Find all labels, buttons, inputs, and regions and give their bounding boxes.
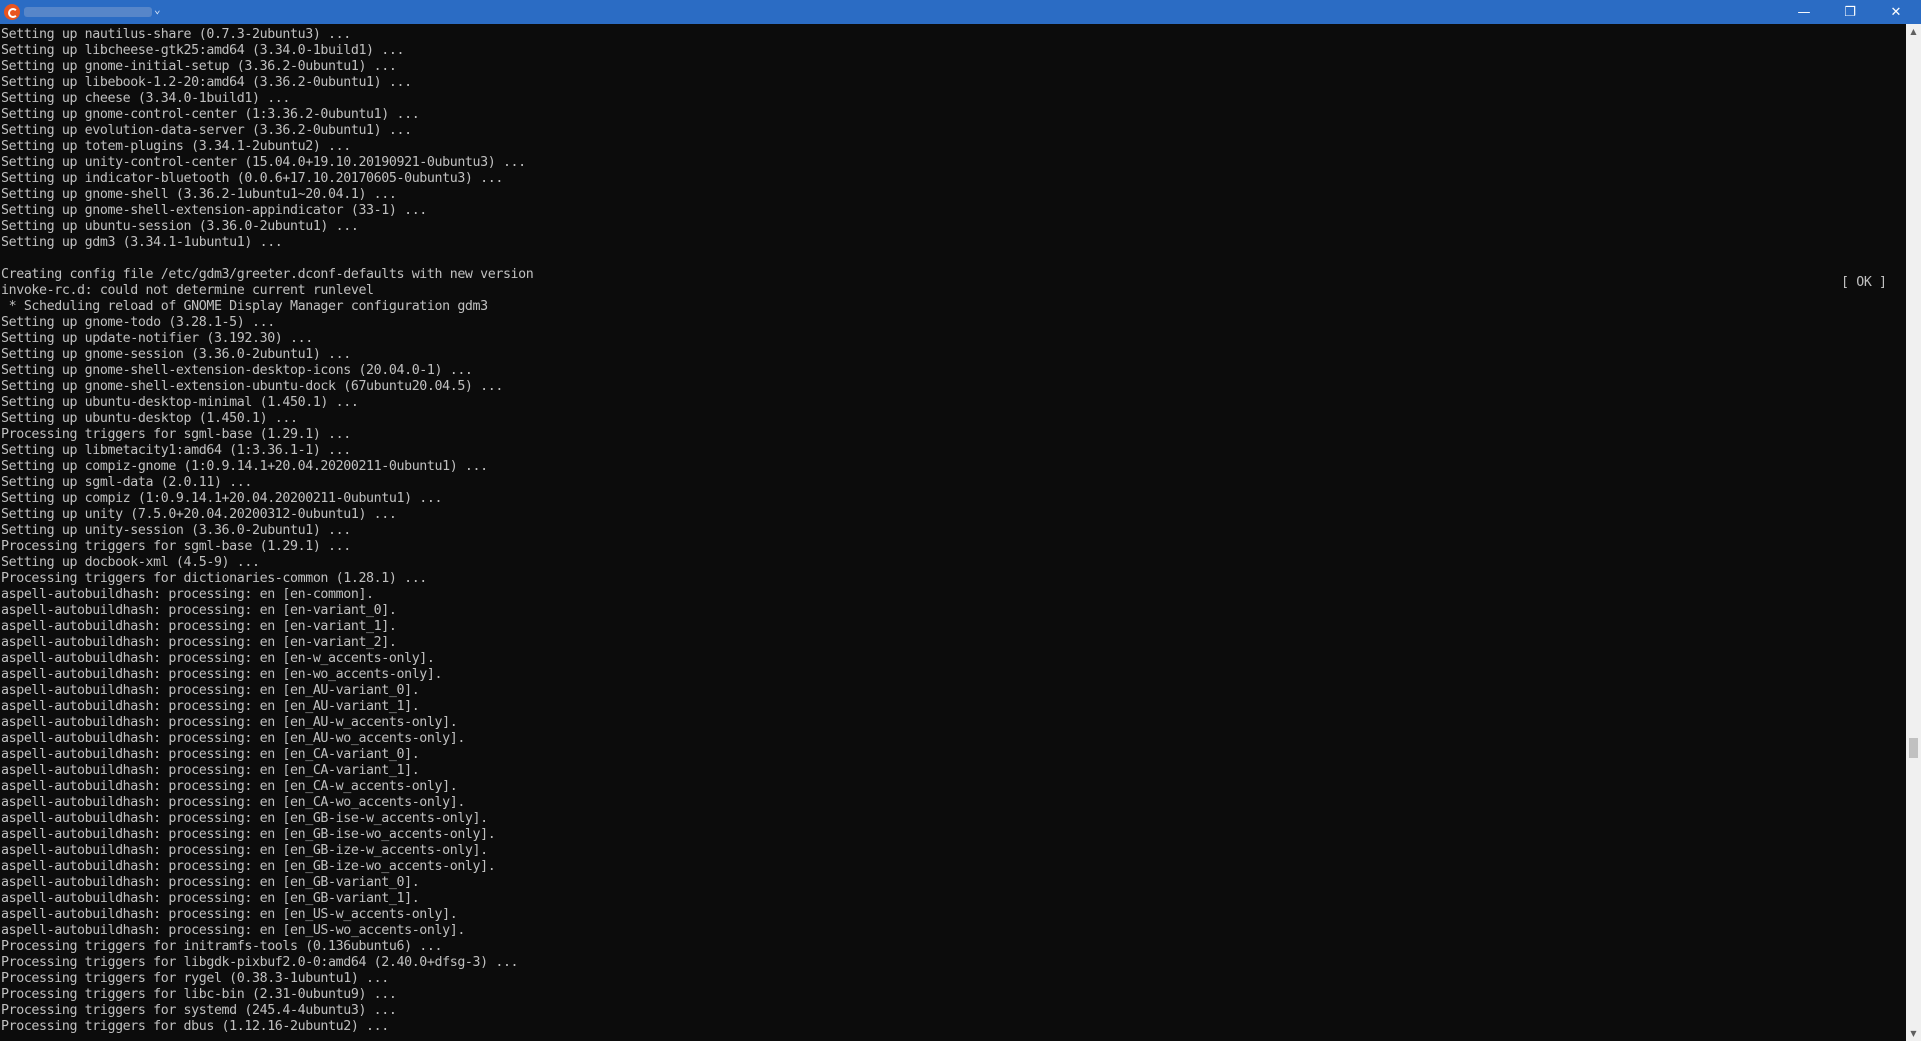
terminal-line: Processing triggers for sgml-base (1.29.… <box>1 539 351 554</box>
terminal-line: Setting up libebook-1.2-20:amd64 (3.36.2… <box>1 75 412 90</box>
scroll-up-arrow-icon[interactable]: ▲ <box>1906 24 1921 39</box>
terminal-line: Setting up ubuntu-desktop (1.450.1) ... <box>1 411 298 426</box>
terminal-line: aspell-autobuildhash: processing: en [en… <box>1 587 374 602</box>
terminal-line: aspell-autobuildhash: processing: en [en… <box>1 619 397 634</box>
terminal-line: Processing triggers for libgdk-pixbuf2.0… <box>1 955 519 970</box>
terminal-line: aspell-autobuildhash: processing: en [en… <box>1 699 420 714</box>
terminal-line: Setting up unity-control-center (15.04.0… <box>1 155 526 170</box>
close-icon: ✕ <box>1890 4 1902 20</box>
terminal-line: Processing triggers for libc-bin (2.31-0… <box>1 987 397 1002</box>
scrollbar-thumb[interactable] <box>1909 738 1918 758</box>
terminal-line: aspell-autobuildhash: processing: en [en… <box>1 683 420 698</box>
title-bar[interactable]: ⌄ — ❐ ✕ <box>0 0 1921 25</box>
terminal-line: aspell-autobuildhash: processing: en [en… <box>1 603 397 618</box>
terminal-line: Setting up gnome-initial-setup (3.36.2-0… <box>1 59 397 74</box>
terminal-line: Setting up gnome-control-center (1:3.36.… <box>1 107 420 122</box>
terminal-line: Setting up gnome-session (3.36.0-2ubuntu… <box>1 347 351 362</box>
terminal-line: aspell-autobuildhash: processing: en [en… <box>1 747 420 762</box>
terminal-line: Setting up indicator-bluetooth (0.0.6+17… <box>1 171 503 186</box>
terminal-line: aspell-autobuildhash: processing: en [en… <box>1 715 458 730</box>
terminal-line: Processing triggers for dictionaries-com… <box>1 571 427 586</box>
terminal-line: Setting up ubuntu-desktop-minimal (1.450… <box>1 395 359 410</box>
chevron-down-icon[interactable]: ⌄ <box>154 3 161 16</box>
terminal-line: Setting up libcheese-gtk25:amd64 (3.34.0… <box>1 43 405 58</box>
terminal-line: aspell-autobuildhash: processing: en [en… <box>1 779 458 794</box>
terminal-line: aspell-autobuildhash: processing: en [en… <box>1 827 496 842</box>
scroll-down-arrow-icon[interactable]: ▼ <box>1906 1026 1921 1041</box>
terminal-line: * Scheduling reload of GNOME Display Man… <box>1 299 489 314</box>
terminal-line: Processing triggers for systemd (245.4-4… <box>1 1003 397 1018</box>
ubuntu-logo-icon[interactable] <box>4 4 20 20</box>
terminal-line: aspell-autobuildhash: processing: en [en… <box>1 763 420 778</box>
terminal-line: aspell-autobuildhash: processing: en [en… <box>1 795 465 810</box>
terminal-line: aspell-autobuildhash: processing: en [en… <box>1 843 488 858</box>
terminal-line: aspell-autobuildhash: processing: en [en… <box>1 859 496 874</box>
close-button[interactable]: ✕ <box>1873 0 1919 24</box>
terminal-line: aspell-autobuildhash: processing: en [en… <box>1 651 435 666</box>
terminal-line: Setting up evolution-data-server (3.36.2… <box>1 123 412 138</box>
terminal-line: Setting up unity (7.5.0+20.04.20200312-0… <box>1 507 397 522</box>
terminal-line: Processing triggers for dbus (1.12.16-2u… <box>1 1019 389 1034</box>
terminal-line: aspell-autobuildhash: processing: en [en… <box>1 667 443 682</box>
window-title <box>24 7 152 17</box>
terminal-line: Processing triggers for sgml-base (1.29.… <box>1 427 351 442</box>
terminal-line: Setting up sgml-data (2.0.11) ... <box>1 475 252 490</box>
terminal-line: Setting up libmetacity1:amd64 (1:3.36.1-… <box>1 443 351 458</box>
terminal-line: Setting up gnome-todo (3.28.1-5) ... <box>1 315 275 330</box>
terminal-line: Setting up gnome-shell (3.36.2-1ubuntu1~… <box>1 187 397 202</box>
terminal-line: Setting up compiz-gnome (1:0.9.14.1+20.0… <box>1 459 488 474</box>
terminal-line: invoke-rc.d: could not determine current… <box>1 283 374 298</box>
terminal-line: Setting up gnome-shell-extension-ubuntu-… <box>1 379 503 394</box>
terminal-lines: Setting up nautilus-share (0.7.3-2ubuntu… <box>1 27 534 1035</box>
terminal-line: aspell-autobuildhash: processing: en [en… <box>1 635 397 650</box>
terminal-line: aspell-autobuildhash: processing: en [en… <box>1 907 458 922</box>
terminal-line: Setting up cheese (3.34.0-1build1) ... <box>1 91 291 106</box>
terminal-line: Setting up docbook-xml (4.5-9) ... <box>1 555 260 570</box>
terminal-line: Setting up gdm3 (3.34.1-1ubuntu1) ... <box>1 235 283 250</box>
terminal-line: Setting up update-notifier (3.192.30) ..… <box>1 331 313 346</box>
restore-icon: ❐ <box>1844 4 1856 20</box>
terminal-line: Creating config file /etc/gdm3/greeter.d… <box>1 267 534 282</box>
terminal-line: Setting up gnome-shell-extension-desktop… <box>1 363 473 378</box>
terminal-line: Setting up totem-plugins (3.34.1-2ubuntu… <box>1 139 351 154</box>
terminal-line: aspell-autobuildhash: processing: en [en… <box>1 875 420 890</box>
terminal-line: Processing triggers for initramfs-tools … <box>1 939 443 954</box>
terminal-line: Setting up gnome-shell-extension-appindi… <box>1 203 427 218</box>
minimize-button[interactable]: — <box>1781 0 1827 24</box>
ok-status: [ OK ] <box>1841 275 1887 290</box>
terminal-output[interactable]: Setting up nautilus-share (0.7.3-2ubuntu… <box>0 24 1906 1041</box>
terminal-line: Processing triggers for rygel (0.38.3-1u… <box>1 971 389 986</box>
terminal-line: Setting up compiz (1:0.9.14.1+20.04.2020… <box>1 491 443 506</box>
terminal-line: aspell-autobuildhash: processing: en [en… <box>1 731 465 746</box>
vertical-scrollbar[interactable]: ▲ ▼ <box>1906 24 1921 1041</box>
terminal-line: Setting up ubuntu-session (3.36.0-2ubunt… <box>1 219 359 234</box>
terminal-line: Setting up unity-session (3.36.0-2ubuntu… <box>1 523 351 538</box>
terminal-line: aspell-autobuildhash: processing: en [en… <box>1 923 465 938</box>
terminal-line: aspell-autobuildhash: processing: en [en… <box>1 811 488 826</box>
terminal-line: aspell-autobuildhash: processing: en [en… <box>1 891 420 906</box>
minimize-icon: — <box>1797 4 1811 20</box>
restore-button[interactable]: ❐ <box>1827 0 1873 24</box>
terminal-line: Setting up nautilus-share (0.7.3-2ubuntu… <box>1 27 351 42</box>
